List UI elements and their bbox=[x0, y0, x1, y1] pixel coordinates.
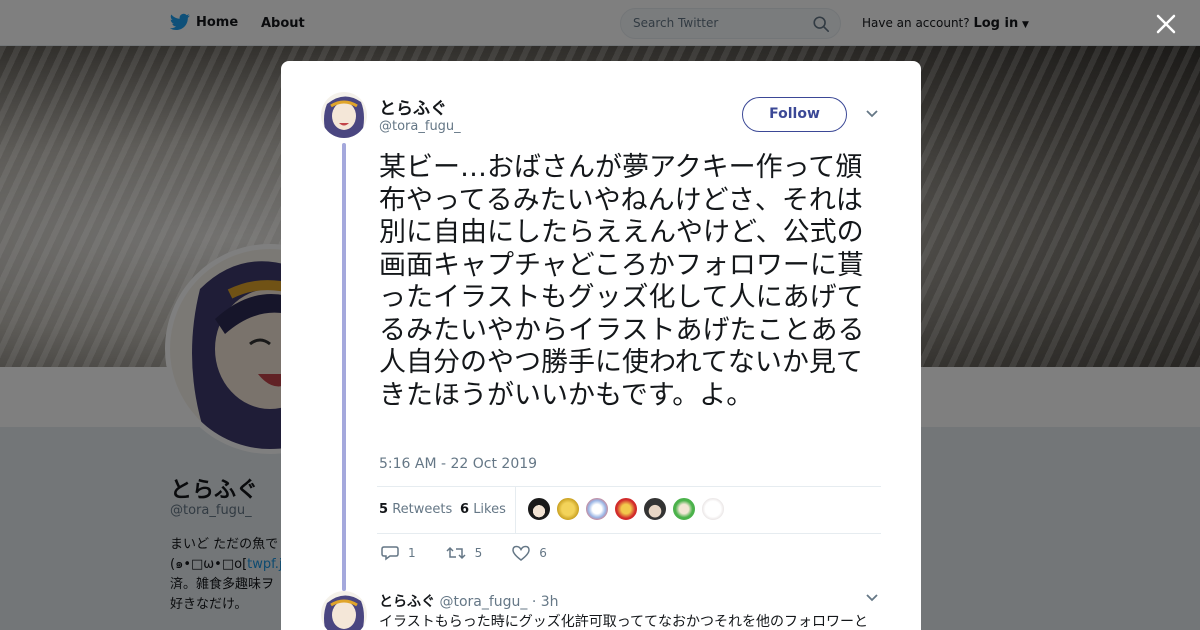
avatar-illustration bbox=[324, 96, 364, 138]
tweet-actions: 1 5 6 bbox=[381, 545, 577, 561]
retweets-count: 5 bbox=[379, 502, 389, 517]
avatar-illustration bbox=[324, 595, 364, 630]
chevron-down-icon[interactable] bbox=[865, 593, 879, 603]
liker-avatar[interactable] bbox=[672, 497, 696, 521]
close-icon[interactable] bbox=[1153, 11, 1179, 37]
tweet-text: 某ビー…おばさんが夢アクキー作って頒布やってるみたいやねんけどさ、それは別に自由… bbox=[379, 152, 865, 411]
reply-header: とらふぐ @tora_fugu_ · 3h bbox=[379, 591, 559, 611]
reply-icon bbox=[381, 546, 399, 561]
reply-author-handle[interactable]: @tora_fugu_ bbox=[439, 594, 527, 610]
liker-avatar[interactable] bbox=[643, 497, 667, 521]
liker-avatar[interactable] bbox=[585, 497, 609, 521]
liker-avatar[interactable] bbox=[701, 497, 725, 521]
tweet-author-name[interactable]: とらふぐ bbox=[379, 94, 447, 119]
likes-label: Likes bbox=[473, 502, 506, 517]
retweets-label: Retweets bbox=[392, 502, 453, 517]
stats-divider bbox=[515, 487, 516, 533]
likes-stat[interactable]: 6 Likes bbox=[460, 502, 506, 517]
like-button[interactable]: 6 bbox=[512, 545, 547, 561]
tweet-avatar[interactable] bbox=[321, 92, 367, 138]
tweet-author-handle[interactable]: @tora_fugu_ bbox=[379, 119, 461, 134]
heart-icon bbox=[512, 545, 531, 561]
liker-avatar[interactable] bbox=[527, 497, 551, 521]
reply-button[interactable]: 1 bbox=[381, 545, 416, 561]
thread-line bbox=[342, 143, 346, 591]
like-count: 6 bbox=[539, 546, 547, 560]
retweet-icon bbox=[446, 546, 466, 560]
tweet-timestamp[interactable]: 5:16 AM - 22 Oct 2019 bbox=[379, 456, 537, 472]
liker-avatar[interactable] bbox=[556, 497, 580, 521]
reply-count: 1 bbox=[408, 546, 416, 560]
chevron-down-icon[interactable] bbox=[865, 109, 879, 119]
retweet-count: 5 bbox=[474, 546, 483, 560]
tweet-modal: とらふぐ @tora_fugu_ Follow 某ビー…おばさんが夢アクキー作っ… bbox=[281, 61, 921, 630]
reply-text: イラストもらった時にグッズ化許可取っててなおかつそれを他のフォロワーと bbox=[379, 614, 869, 630]
tweet-stats: 5 Retweets 6 Likes bbox=[377, 486, 881, 534]
reply-author-name[interactable]: とらふぐ bbox=[379, 594, 435, 610]
reply-time[interactable]: · 3h bbox=[532, 594, 559, 610]
reply-avatar[interactable] bbox=[321, 591, 367, 630]
likes-count: 6 bbox=[460, 502, 470, 517]
retweets-stat[interactable]: 5 Retweets bbox=[379, 502, 452, 517]
liker-avatars bbox=[527, 497, 725, 521]
liker-avatar[interactable] bbox=[614, 497, 638, 521]
retweet-button[interactable]: 5 bbox=[446, 545, 483, 561]
follow-button[interactable]: Follow bbox=[742, 97, 847, 132]
